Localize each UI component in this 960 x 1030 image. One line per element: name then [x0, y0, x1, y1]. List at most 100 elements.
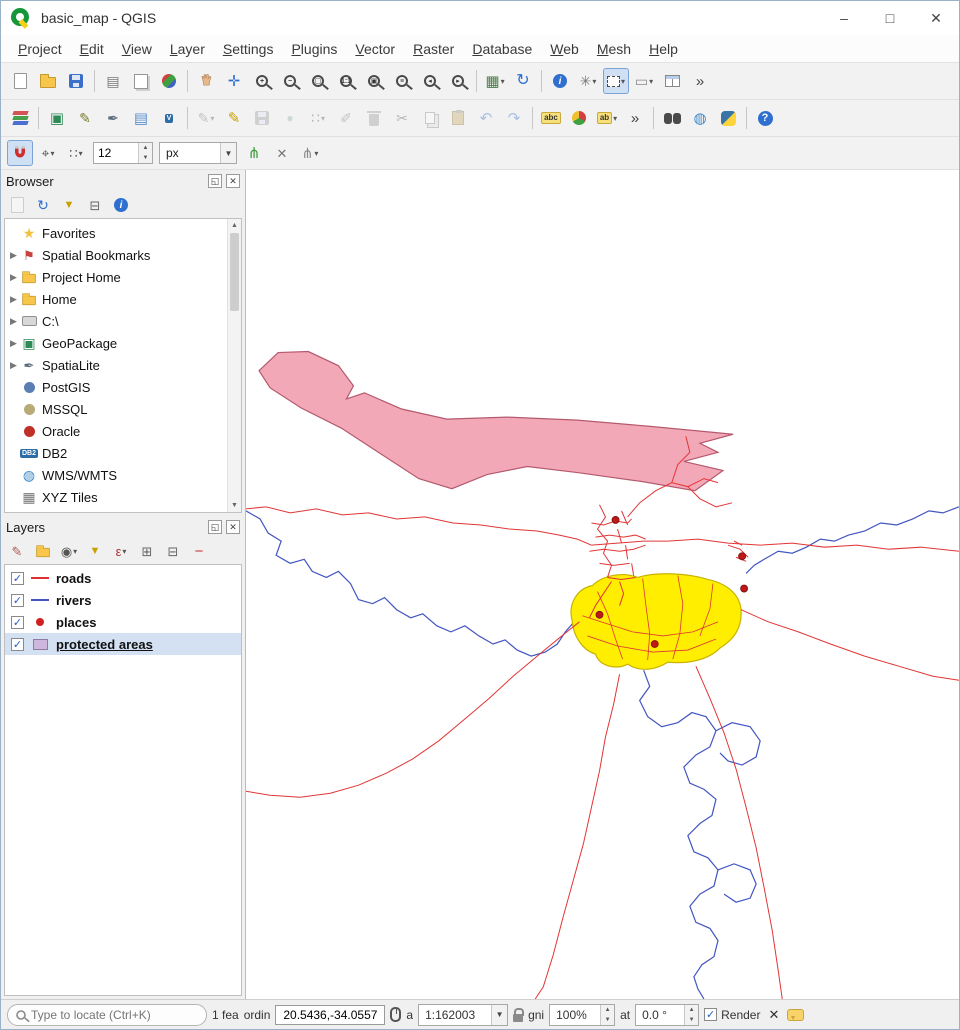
expand-arrow-icon[interactable]: ▶: [7, 294, 20, 305]
vertex-tool-dropdown-icon[interactable]: ▾: [321, 114, 325, 123]
menu-database[interactable]: Database: [463, 37, 541, 61]
float-panel-icon[interactable]: ◱: [208, 520, 222, 534]
zoom-to-layer-icon[interactable]: ≡: [389, 68, 415, 94]
browser-item-geopackage[interactable]: ▶▣GeoPackage: [7, 332, 225, 354]
zoom-last-icon[interactable]: ◂: [417, 68, 443, 94]
browser-item-favorites[interactable]: ★Favorites: [7, 222, 225, 244]
expand-arrow-icon[interactable]: ▶: [7, 272, 20, 283]
delete-selected-icon[interactable]: [361, 105, 387, 131]
browser-item-home[interactable]: ▶Home: [7, 288, 225, 310]
render-checkbox-group[interactable]: ✓ Render: [704, 1008, 760, 1022]
data-source-manager-icon[interactable]: [7, 105, 33, 131]
save-project-icon[interactable]: [63, 68, 89, 94]
properties-widget-icon[interactable]: i: [110, 194, 132, 216]
maximize-button[interactable]: □: [867, 1, 913, 35]
close-button[interactable]: ✕: [913, 1, 959, 35]
snapping-on-intersection-icon[interactable]: ✕: [269, 140, 295, 166]
toolbar-overflow2-icon[interactable]: »: [622, 105, 648, 131]
new-geopackage-layer-icon[interactable]: ▣: [44, 105, 70, 131]
select-features-dropdown-icon[interactable]: ▾: [621, 77, 625, 86]
render-checkbox[interactable]: ✓: [704, 1008, 717, 1021]
close-panel-icon[interactable]: ✕: [226, 174, 240, 188]
osm-place-search-icon[interactable]: [659, 105, 685, 131]
style-manager-icon[interactable]: [156, 68, 182, 94]
layer-row-roads[interactable]: ✓roads: [5, 567, 241, 589]
browser-item-spatial-bookmarks[interactable]: ▶⚑Spatial Bookmarks: [7, 244, 225, 266]
menu-mesh[interactable]: Mesh: [588, 37, 640, 61]
add-feature-icon[interactable]: ●: [277, 105, 303, 131]
locate-input[interactable]: [31, 1008, 181, 1022]
move-label-icon[interactable]: ab▾: [594, 105, 620, 131]
scale-combo[interactable]: 1:162003 ▼: [418, 1004, 508, 1026]
manage-map-themes-icon[interactable]: ◉▾: [58, 540, 80, 562]
zoom-full-icon[interactable]: ▢: [305, 68, 331, 94]
browser-item-spatialite[interactable]: ▶✒SpatiaLite: [7, 354, 225, 376]
deselect-features-icon[interactable]: ▭▾: [631, 68, 657, 94]
new-map-view-icon[interactable]: ▦▾: [482, 68, 508, 94]
layer-visibility-checkbox[interactable]: ✓: [11, 594, 24, 607]
browser-scrollbar[interactable]: ▲ ▼: [227, 219, 241, 512]
combo-arrow-icon[interactable]: ▼: [491, 1005, 507, 1025]
layer-row-rivers[interactable]: ✓rivers: [5, 589, 241, 611]
menu-settings[interactable]: Settings: [214, 37, 283, 61]
map-canvas[interactable]: [246, 170, 959, 999]
rotation-steppers[interactable]: ▲▼: [684, 1005, 698, 1025]
snapping-tolerance-steppers[interactable]: ▲▼: [138, 143, 152, 163]
layer-visibility-checkbox[interactable]: ✓: [11, 638, 24, 651]
copy-features-icon[interactable]: [417, 105, 443, 131]
identify-features-icon[interactable]: i: [547, 68, 573, 94]
select-features-icon[interactable]: ▾: [603, 68, 629, 94]
coordinate-input[interactable]: [275, 1005, 385, 1025]
menu-project[interactable]: Project: [9, 37, 71, 61]
open-project-icon[interactable]: [35, 68, 61, 94]
step-up-icon[interactable]: ▲: [685, 1005, 698, 1015]
python-console-icon[interactable]: [715, 105, 741, 131]
scroll-up-icon[interactable]: ▲: [228, 219, 241, 232]
layer-labeling-icon[interactable]: abc: [538, 105, 564, 131]
expand-all-icon[interactable]: ⊞: [136, 540, 158, 562]
menu-vector[interactable]: Vector: [346, 37, 404, 61]
zoom-out-icon[interactable]: −: [277, 68, 303, 94]
float-panel-icon[interactable]: ◱: [208, 174, 222, 188]
browser-item-oracle[interactable]: Oracle: [7, 420, 225, 442]
current-edits-dropdown-icon[interactable]: ▾: [210, 114, 214, 123]
step-up-icon[interactable]: ▲: [601, 1005, 614, 1015]
layer-visibility-checkbox[interactable]: ✓: [11, 616, 24, 629]
menu-plugins[interactable]: Plugins: [282, 37, 346, 61]
cut-features-icon[interactable]: ✂: [389, 105, 415, 131]
metasearch-icon[interactable]: ◍: [687, 105, 713, 131]
layer-row-places[interactable]: ✓places: [5, 611, 241, 633]
remove-layer-icon[interactable]: −: [188, 540, 210, 562]
snapping-type-dropdown-icon[interactable]: ▾: [79, 149, 83, 158]
enable-snapping-icon[interactable]: [7, 140, 33, 166]
zoom-to-selection-icon[interactable]: ▣: [361, 68, 387, 94]
snapping-tolerance-input[interactable]: [94, 143, 138, 163]
menu-layer[interactable]: Layer: [161, 37, 214, 61]
browser-item-db2[interactable]: DB2DB2: [7, 442, 225, 464]
step-up-icon[interactable]: ▲: [139, 143, 152, 153]
snapping-mode-dropdown-icon[interactable]: ▾: [50, 149, 54, 158]
pan-to-selection-icon[interactable]: ✛: [221, 68, 247, 94]
refresh-map-icon[interactable]: ↻: [510, 68, 536, 94]
add-group-icon[interactable]: [32, 540, 54, 562]
collapse-all-icon[interactable]: ⊟: [84, 194, 106, 216]
menu-web[interactable]: Web: [541, 37, 588, 61]
browser-item-c[interactable]: ▶C:\: [7, 310, 225, 332]
snapping-mode-icon[interactable]: ⌖▾: [35, 140, 61, 166]
move-label-dropdown-icon[interactable]: ▾: [613, 114, 617, 123]
minimize-button[interactable]: –: [821, 1, 867, 35]
new-temporary-scratch-layer-icon[interactable]: ▤: [128, 105, 154, 131]
layer-row-protected-areas[interactable]: ✓protected areas: [5, 633, 241, 655]
filter-by-expression-dropdown-icon[interactable]: ▾: [122, 547, 126, 556]
new-spatialite-layer-icon[interactable]: ✒: [100, 105, 126, 131]
combo-arrow-icon[interactable]: ▼: [220, 143, 236, 163]
zoom-to-native-icon[interactable]: 1:1: [333, 68, 359, 94]
magnifier-steppers[interactable]: ▲▼: [600, 1005, 614, 1025]
stop-render-icon[interactable]: ✕: [765, 1007, 782, 1023]
manage-map-themes-dropdown-icon[interactable]: ▾: [73, 547, 77, 556]
snapping-type-icon[interactable]: ∷▾: [63, 140, 89, 166]
deselect-features-dropdown-icon[interactable]: ▾: [649, 77, 653, 86]
run-feature-action-dropdown-icon[interactable]: ▾: [592, 77, 596, 86]
layer-visibility-checkbox[interactable]: ✓: [11, 572, 24, 585]
topological-editing-icon[interactable]: ⋔: [241, 140, 267, 166]
